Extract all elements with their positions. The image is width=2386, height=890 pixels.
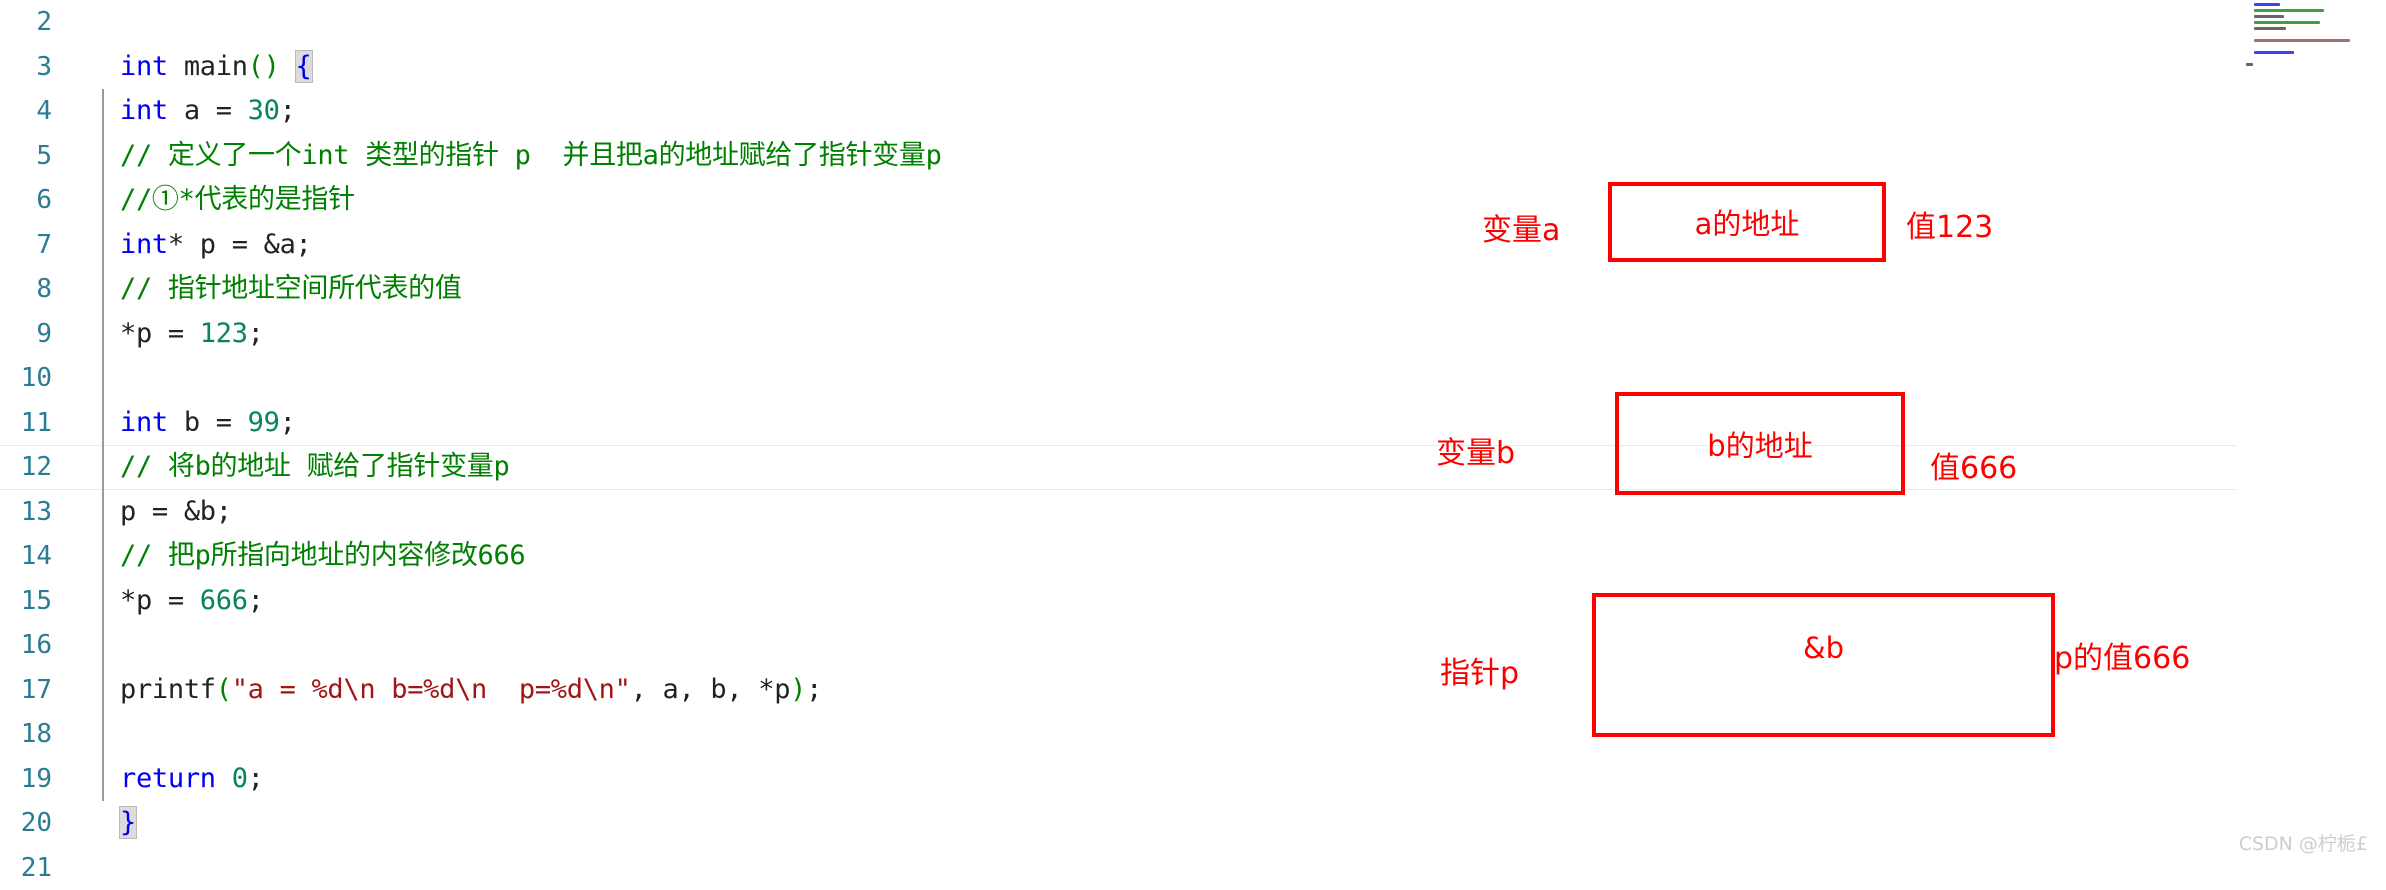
indent-guide <box>52 801 120 846</box>
code-line[interactable]: 7 int* p = &a; <box>0 223 2386 268</box>
minimap-line <box>2254 15 2284 18</box>
indent-guide <box>52 356 120 401</box>
code-line[interactable]: 20 } <box>0 801 2386 846</box>
indent-guide <box>52 0 120 45</box>
line-number: 5 <box>0 141 52 171</box>
code-line[interactable]: 21 <box>0 846 2386 890</box>
code-line[interactable]: 3 int main() { <box>0 45 2386 90</box>
code-line[interactable]: 9 *p = 123; <box>0 312 2386 357</box>
annotation-value-pointer-p: p的值666 <box>2054 633 2190 677</box>
line-number: 6 <box>0 185 52 215</box>
indent-guide <box>52 757 120 802</box>
minimap-line <box>2254 51 2294 54</box>
annotation-label-pointer-p: 指针p <box>1440 648 1519 692</box>
line-number: 18 <box>0 719 52 749</box>
indent-guide <box>52 134 120 179</box>
line-number: 13 <box>0 497 52 527</box>
indent-guide <box>52 89 120 134</box>
indent-guide <box>52 401 120 446</box>
indent-guide <box>52 45 120 90</box>
annotation-label-variable-a: 变量a <box>1482 205 1560 249</box>
indent-guide <box>52 534 120 579</box>
indent-guide <box>52 623 120 668</box>
code-line-content: return 0; <box>120 757 264 802</box>
code-editor[interactable]: 2 3 int main() { 4 int a = 30; 5 // 定义了一… <box>0 0 2386 870</box>
indent-guide <box>52 712 120 757</box>
code-line-content: // 指针地址空间所代表的值 <box>120 267 462 312</box>
minimap-line <box>2254 27 2286 30</box>
annotation-value-variable-a: 值123 <box>1906 202 1993 246</box>
code-line-content: int* p = &a; <box>120 223 311 268</box>
minimap-line <box>2246 63 2253 66</box>
code-line-content: int b = 99; <box>120 401 296 446</box>
code-line-content: *p = 666; <box>120 579 264 624</box>
line-number: 12 <box>0 452 52 482</box>
annotation-box-variable-a: a的地址 <box>1608 182 1886 262</box>
line-number: 15 <box>0 586 52 616</box>
code-line-content: p = &b; <box>120 490 232 535</box>
code-line[interactable]: 8 // 指针地址空间所代表的值 <box>0 267 2386 312</box>
minimap[interactable] <box>2236 0 2386 870</box>
line-number: 19 <box>0 764 52 794</box>
indent-guide <box>52 312 120 357</box>
minimap-line <box>2254 21 2320 24</box>
annotation-box-text: &b <box>1803 631 1844 665</box>
annotation-box-pointer-p: &b <box>1592 593 2055 737</box>
code-line-content: // 定义了一个int 类型的指针 p 并且把a的地址赋给了指针变量p <box>120 134 942 179</box>
indent-guide <box>52 579 120 624</box>
annotation-label-variable-b: 变量b <box>1436 428 1515 472</box>
watermark: CSDN @柠栀£ <box>2239 829 2368 856</box>
minimap-line <box>2254 3 2280 6</box>
code-line[interactable]: 11 int b = 99; <box>0 401 2386 446</box>
line-number: 16 <box>0 630 52 660</box>
annotation-box-text: b的地址 <box>1707 423 1812 465</box>
line-number: 9 <box>0 319 52 349</box>
indent-guide <box>52 267 120 312</box>
code-line[interactable]: 14 // 把p所指向地址的内容修改666 <box>0 534 2386 579</box>
indent-guide <box>52 668 120 713</box>
code-line-content: //①*代表的是指针 <box>120 178 355 223</box>
code-line-content: printf("a = %d\n b=%d\n p=%d\n", a, b, *… <box>120 668 822 713</box>
indent-guide <box>52 178 120 223</box>
code-line-content: *p = 123; <box>120 312 264 357</box>
line-number: 11 <box>0 408 52 438</box>
code-line-active[interactable]: 12 // 将b的地址 赋给了指针变量p <box>0 445 2386 490</box>
code-line[interactable]: 6 //①*代表的是指针 <box>0 178 2386 223</box>
code-line[interactable]: 4 int a = 30; <box>0 89 2386 134</box>
line-number: 7 <box>0 230 52 260</box>
code-line-content: } <box>120 801 136 846</box>
code-line[interactable]: 13 p = &b; <box>0 490 2386 535</box>
code-line-content: // 把p所指向地址的内容修改666 <box>120 534 525 579</box>
indent-guide <box>52 445 120 490</box>
annotation-value-variable-b: 值666 <box>1930 443 2017 487</box>
code-line[interactable]: 2 <box>0 0 2386 45</box>
indent-guide <box>52 223 120 268</box>
code-line[interactable]: 19 return 0; <box>0 757 2386 802</box>
annotation-box-text: a的地址 <box>1695 201 1800 243</box>
code-line[interactable]: 5 // 定义了一个int 类型的指针 p 并且把a的地址赋给了指针变量p <box>0 134 2386 179</box>
code-line-content: int main() { <box>120 45 312 90</box>
minimap-line <box>2254 39 2350 42</box>
line-number: 8 <box>0 274 52 304</box>
code-line[interactable]: 10 <box>0 356 2386 401</box>
annotation-box-variable-b: b的地址 <box>1615 392 1905 495</box>
line-number: 10 <box>0 363 52 393</box>
line-number: 2 <box>0 7 52 37</box>
code-line-content: // 将b的地址 赋给了指针变量p <box>120 445 509 490</box>
code-line-content: int a = 30; <box>120 89 296 134</box>
line-number: 21 <box>0 853 52 883</box>
minimap-line <box>2254 9 2324 12</box>
line-number: 14 <box>0 541 52 571</box>
line-number: 3 <box>0 52 52 82</box>
line-number: 17 <box>0 675 52 705</box>
indent-guide <box>52 490 120 535</box>
indent-guide <box>52 846 120 890</box>
line-number: 4 <box>0 96 52 126</box>
line-number: 20 <box>0 808 52 838</box>
